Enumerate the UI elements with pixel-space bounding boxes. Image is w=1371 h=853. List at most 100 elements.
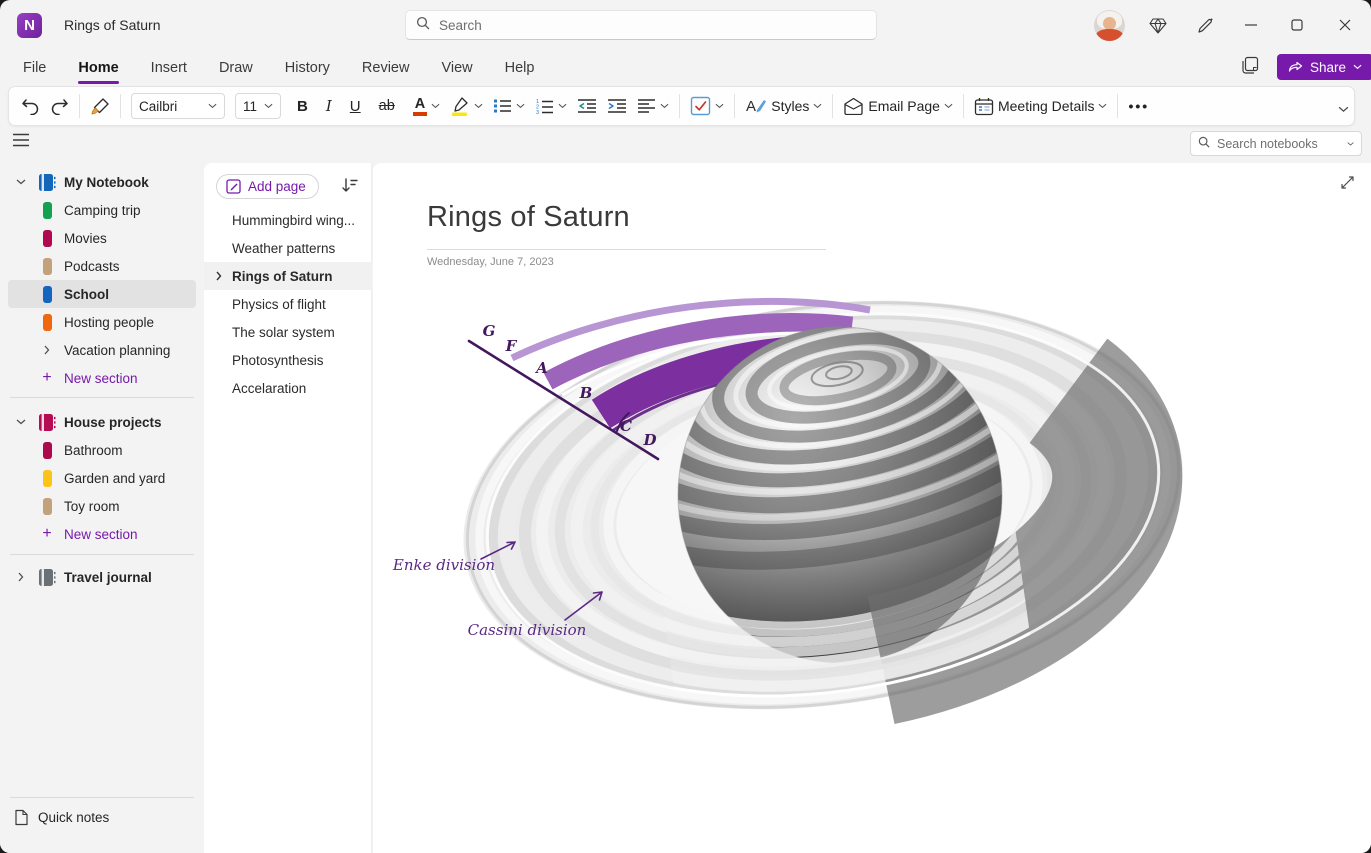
menu-history[interactable]: History	[272, 56, 343, 80]
page-item-hummingbird[interactable]: Hummingbird wing...	[204, 206, 372, 234]
sidebar-section-bathroom[interactable]: Bathroom	[8, 436, 196, 464]
notebook-my-notebook[interactable]: My Notebook	[8, 168, 196, 196]
undo-button[interactable]	[21, 98, 40, 115]
sidebar-section-school[interactable]: School	[8, 280, 196, 308]
navigation-hamburger-button[interactable]	[12, 133, 32, 151]
new-section-button[interactable]: + New section	[8, 520, 196, 548]
sidebar-section-garden-and-yard[interactable]: Garden and yard	[8, 464, 196, 492]
sidebar-section-camping-trip[interactable]: Camping trip	[8, 196, 196, 224]
sidebar-section-podcasts[interactable]: Podcasts	[8, 252, 196, 280]
ribbon-overflow-button[interactable]: •••	[1128, 98, 1149, 114]
page-canvas[interactable]: Rings of Saturn Wednesday, June 7, 2023	[373, 163, 1371, 853]
font-name-select[interactable]: Cailbri	[131, 93, 225, 119]
sidebar-section-hosting-people[interactable]: Hosting people	[8, 308, 196, 336]
menu-draw[interactable]: Draw	[206, 56, 266, 80]
global-search-box[interactable]	[405, 10, 877, 40]
new-section-button[interactable]: + New section	[8, 364, 196, 392]
increase-indent-button[interactable]	[607, 98, 627, 114]
add-page-button[interactable]: Add page	[216, 174, 319, 199]
styles-label: Styles	[771, 98, 809, 114]
page-item-accelaration[interactable]: Accelaration	[204, 374, 372, 402]
minimize-button[interactable]	[1228, 0, 1274, 50]
bulleted-list-button[interactable]	[493, 98, 525, 114]
notebook-travel-journal[interactable]: Travel journal	[8, 563, 196, 591]
share-label: Share	[1310, 60, 1346, 75]
whats-new-pen-icon[interactable]	[1195, 16, 1215, 36]
page-item-physics-of-flight[interactable]: Physics of flight	[204, 290, 372, 318]
ring-label-d: D	[642, 431, 656, 449]
ribbon-collapse-chevron[interactable]	[1338, 100, 1349, 118]
sidebar-section-movies[interactable]: Movies	[8, 224, 196, 252]
ring-label-b: B	[579, 384, 593, 402]
page-icon	[8, 809, 34, 826]
chevron-down-icon	[944, 103, 953, 109]
onenote-window: N Rings of Saturn File Home Insert Draw	[0, 0, 1371, 853]
highlighter-button[interactable]	[450, 96, 483, 116]
todo-tag-button[interactable]	[690, 96, 724, 116]
font-name-value: Cailbri	[139, 99, 177, 114]
font-color-button[interactable]: A	[413, 97, 440, 116]
notebooks-search-box[interactable]	[1190, 131, 1362, 156]
notebooks-sidebar: My Notebook Camping trip Movies Podcasts…	[0, 163, 204, 853]
italic-button[interactable]: I	[326, 97, 332, 115]
meeting-details-button[interactable]: Meeting Details	[974, 97, 1108, 116]
pages-panel: Add page Hummingbird wing... Weather pat…	[204, 163, 372, 853]
section-label: Toy room	[60, 499, 120, 514]
underline-button[interactable]: U	[350, 98, 361, 115]
menu-help[interactable]: Help	[492, 56, 548, 80]
page-title-label: Hummingbird wing...	[232, 213, 355, 228]
page-item-photosynthesis[interactable]: Photosynthesis	[204, 346, 372, 374]
notebook-name: My Notebook	[60, 175, 149, 190]
rewards-diamond-icon[interactable]	[1148, 16, 1168, 36]
ring-label-f: F	[505, 337, 518, 355]
sidebar-section-toy-room[interactable]: Toy room	[8, 492, 196, 520]
notebooks-search-input[interactable]	[1217, 137, 1340, 151]
format-painter-button[interactable]	[90, 97, 110, 116]
page-item-weather-patterns[interactable]: Weather patterns	[204, 234, 372, 262]
saturn-drawing[interactable]: G F A B C D	[380, 285, 1220, 725]
page-title-label: Photosynthesis	[232, 353, 324, 368]
sidebar-section-group-vacation-planning[interactable]: Vacation planning	[8, 336, 196, 364]
page-item-rings-of-saturn[interactable]: Rings of Saturn	[204, 262, 372, 290]
menu-file[interactable]: File	[10, 56, 59, 80]
chevron-right-icon	[216, 269, 232, 284]
menu-insert[interactable]: Insert	[138, 56, 200, 80]
search-input[interactable]	[439, 18, 866, 33]
section-color-tab	[43, 230, 52, 247]
menu-view[interactable]: View	[428, 56, 485, 80]
section-label: Bathroom	[60, 443, 123, 458]
chevron-right-icon[interactable]	[34, 345, 60, 355]
sort-pages-button[interactable]	[341, 177, 359, 195]
menu-home[interactable]: Home	[65, 56, 131, 80]
email-page-button[interactable]: Email Page	[843, 97, 953, 115]
expand-page-icon[interactable]	[1339, 174, 1357, 192]
notebook-house-projects[interactable]: House projects	[8, 408, 196, 436]
chevron-down-icon[interactable]	[8, 179, 34, 185]
section-color-tab	[43, 498, 52, 515]
sidebar-divider	[10, 797, 194, 798]
chevron-right-icon[interactable]	[8, 572, 34, 582]
page-item-the-solar-system[interactable]: The solar system	[204, 318, 372, 346]
strikethrough-button[interactable]: ab	[379, 98, 395, 114]
numbered-list-button[interactable]: 123	[535, 98, 567, 115]
styles-button[interactable]: A Styles	[745, 96, 822, 116]
alignment-button[interactable]	[637, 98, 669, 114]
bold-button[interactable]: B	[297, 98, 308, 115]
meeting-details-label: Meeting Details	[998, 98, 1095, 114]
menu-review[interactable]: Review	[349, 56, 423, 80]
close-button[interactable]	[1322, 0, 1368, 50]
decrease-indent-button[interactable]	[577, 98, 597, 114]
font-size-value: 11	[243, 99, 257, 114]
page-date: Wednesday, June 7, 2023	[427, 256, 554, 268]
chevron-down-icon	[516, 103, 525, 109]
chevron-down-icon[interactable]	[8, 419, 34, 425]
chevron-down-icon	[660, 103, 669, 109]
redo-button[interactable]	[50, 98, 69, 115]
page-title[interactable]: Rings of Saturn	[427, 201, 630, 234]
quick-notes-button[interactable]: Quick notes	[8, 803, 196, 831]
font-size-select[interactable]: 11	[235, 93, 281, 119]
share-button[interactable]: Share	[1277, 54, 1371, 80]
account-avatar[interactable]	[1094, 10, 1125, 41]
maximize-button[interactable]	[1274, 0, 1320, 50]
copy-page-icon[interactable]	[1240, 55, 1262, 77]
